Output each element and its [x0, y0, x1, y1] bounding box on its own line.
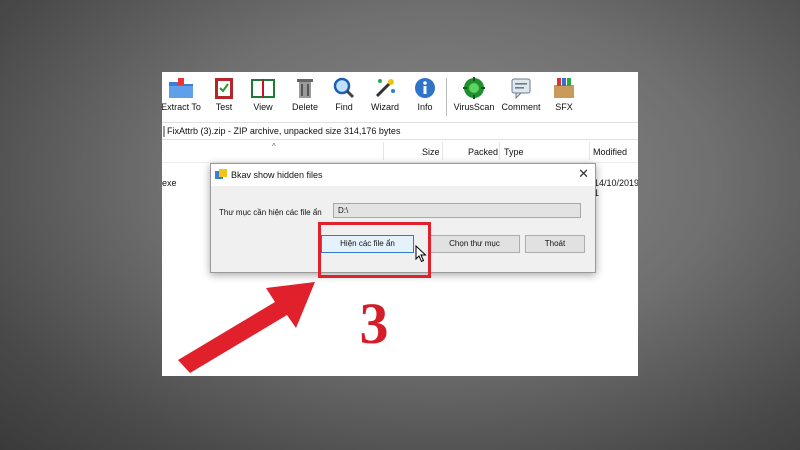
virusscan-label: VirusScan: [453, 102, 495, 112]
dialog-title: Bkav show hidden files: [231, 170, 323, 180]
extract-to-label: Extract To: [162, 102, 201, 112]
file-list-header: ^ Size Packed Type Modified: [162, 140, 638, 163]
column-divider: [499, 142, 500, 160]
trash-icon: [297, 79, 313, 98]
sort-indicator: ^: [272, 142, 276, 151]
extract-to-button[interactable]: Extract To: [162, 76, 204, 120]
folder-label: Thư mục cần hiện các file ẩn: [219, 208, 322, 217]
comment-button[interactable]: Comment: [498, 76, 544, 120]
sfx-box-icon: [554, 78, 574, 98]
view-button[interactable]: View: [240, 76, 286, 120]
toolbar: Extract To Test View Delete Find Wizard …: [162, 72, 638, 122]
folder-path-input[interactable]: [333, 203, 581, 218]
step-number: 3: [359, 291, 389, 356]
view-label: View: [253, 102, 273, 112]
comment-label: Comment: [501, 102, 541, 112]
column-modified[interactable]: Modified: [593, 147, 627, 157]
app-icon: [215, 169, 227, 179]
dialog-title-bar: Bkav show hidden files ✕: [211, 164, 595, 186]
clipboard-check-icon: [215, 78, 233, 99]
column-packed[interactable]: Packed: [468, 147, 498, 157]
find-label: Find: [335, 102, 353, 112]
column-divider: [589, 142, 590, 160]
column-type[interactable]: Type: [504, 147, 524, 157]
archive-path-bar: FixAttrb (3).zip - ZIP archive, unpacked…: [162, 122, 638, 140]
file-row-modified: 14/10/2019 1: [594, 178, 638, 198]
column-size[interactable]: Size: [422, 147, 440, 157]
sfx-label: SFX: [555, 102, 573, 112]
highlight-box: [318, 222, 431, 278]
file-row-name[interactable]: exe: [162, 178, 177, 188]
virusscan-button[interactable]: VirusScan: [451, 76, 497, 120]
red-arrow-icon: [178, 282, 315, 373]
choose-folder-button[interactable]: Chọn thư mục: [429, 235, 520, 253]
info-button[interactable]: Info: [402, 76, 448, 120]
info-label: Info: [417, 102, 433, 112]
close-icon[interactable]: ✕: [578, 166, 589, 182]
exit-button[interactable]: Thoát: [525, 235, 585, 253]
virus-scan-icon: [463, 77, 485, 99]
comment-icon: [511, 78, 531, 100]
column-divider: [383, 142, 384, 160]
column-divider: [442, 142, 443, 160]
find-button[interactable]: Find: [321, 76, 367, 120]
sfx-button[interactable]: SFX: [541, 76, 587, 120]
magnifier-icon: [333, 77, 355, 99]
book-view-icon: [251, 79, 275, 98]
info-icon: [415, 78, 435, 98]
archive-path-text: FixAttrb (3).zip - ZIP archive, unpacked…: [167, 126, 401, 136]
toolbar-separator: [446, 78, 447, 116]
path-bar-divider: [163, 126, 165, 138]
folder-extract-icon: [169, 78, 193, 98]
magic-wand-icon: [375, 79, 395, 98]
